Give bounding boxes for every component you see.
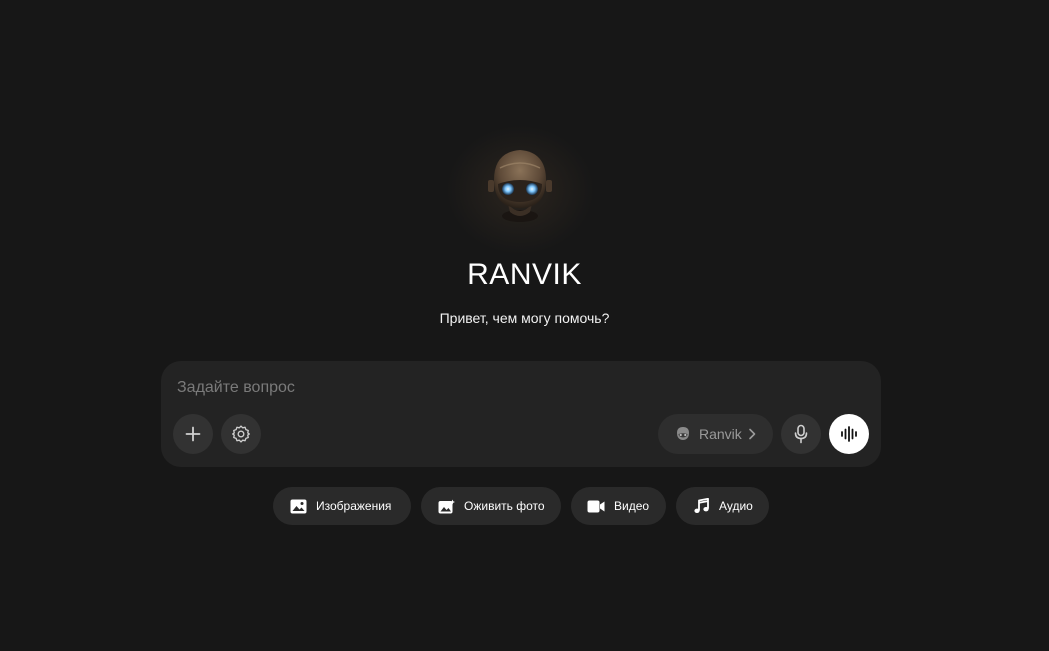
greeting-text: Привет, чем могу помочь? — [439, 310, 610, 326]
quick-actions: Изображения Оживить фото Видео Аудио — [0, 487, 1049, 525]
microphone-button[interactable] — [781, 414, 821, 454]
video-chip[interactable]: Видео — [571, 487, 666, 525]
voice-mode-button[interactable] — [829, 414, 869, 454]
add-attachment-button[interactable] — [173, 414, 213, 454]
model-selector[interactable]: Ranvik — [658, 414, 773, 454]
chip-label-video: Видео — [614, 499, 650, 513]
audio-chip[interactable]: Аудио — [676, 487, 769, 525]
images-chip[interactable]: Изображения — [273, 487, 411, 525]
robot-head-icon — [675, 426, 691, 442]
model-label: Ranvik — [699, 426, 742, 442]
video-camera-icon — [587, 497, 605, 515]
plus-icon — [185, 426, 201, 442]
chip-label-animate-photo: Оживить фото — [464, 499, 545, 513]
question-input[interactable] — [177, 375, 857, 401]
voice-waveform-icon — [841, 426, 857, 442]
settings-button[interactable] — [221, 414, 261, 454]
music-note-icon — [692, 497, 710, 515]
chip-label-images: Изображения — [316, 499, 392, 513]
page: RANVIK Привет, чем могу помочь? Задайте … — [0, 0, 1049, 651]
microphone-icon — [794, 424, 808, 444]
animate-photo-chip[interactable]: Оживить фото — [421, 487, 561, 525]
chat-composer: Ranvik — [161, 361, 881, 467]
chevron-right-icon — [748, 428, 756, 440]
image-icon — [289, 497, 307, 515]
gear-icon — [232, 425, 250, 443]
assistant-name: RANVIK — [467, 258, 582, 291]
robot-avatar — [488, 150, 552, 222]
animate-photo-icon — [437, 497, 455, 515]
chip-label-audio: Аудио — [719, 499, 753, 513]
